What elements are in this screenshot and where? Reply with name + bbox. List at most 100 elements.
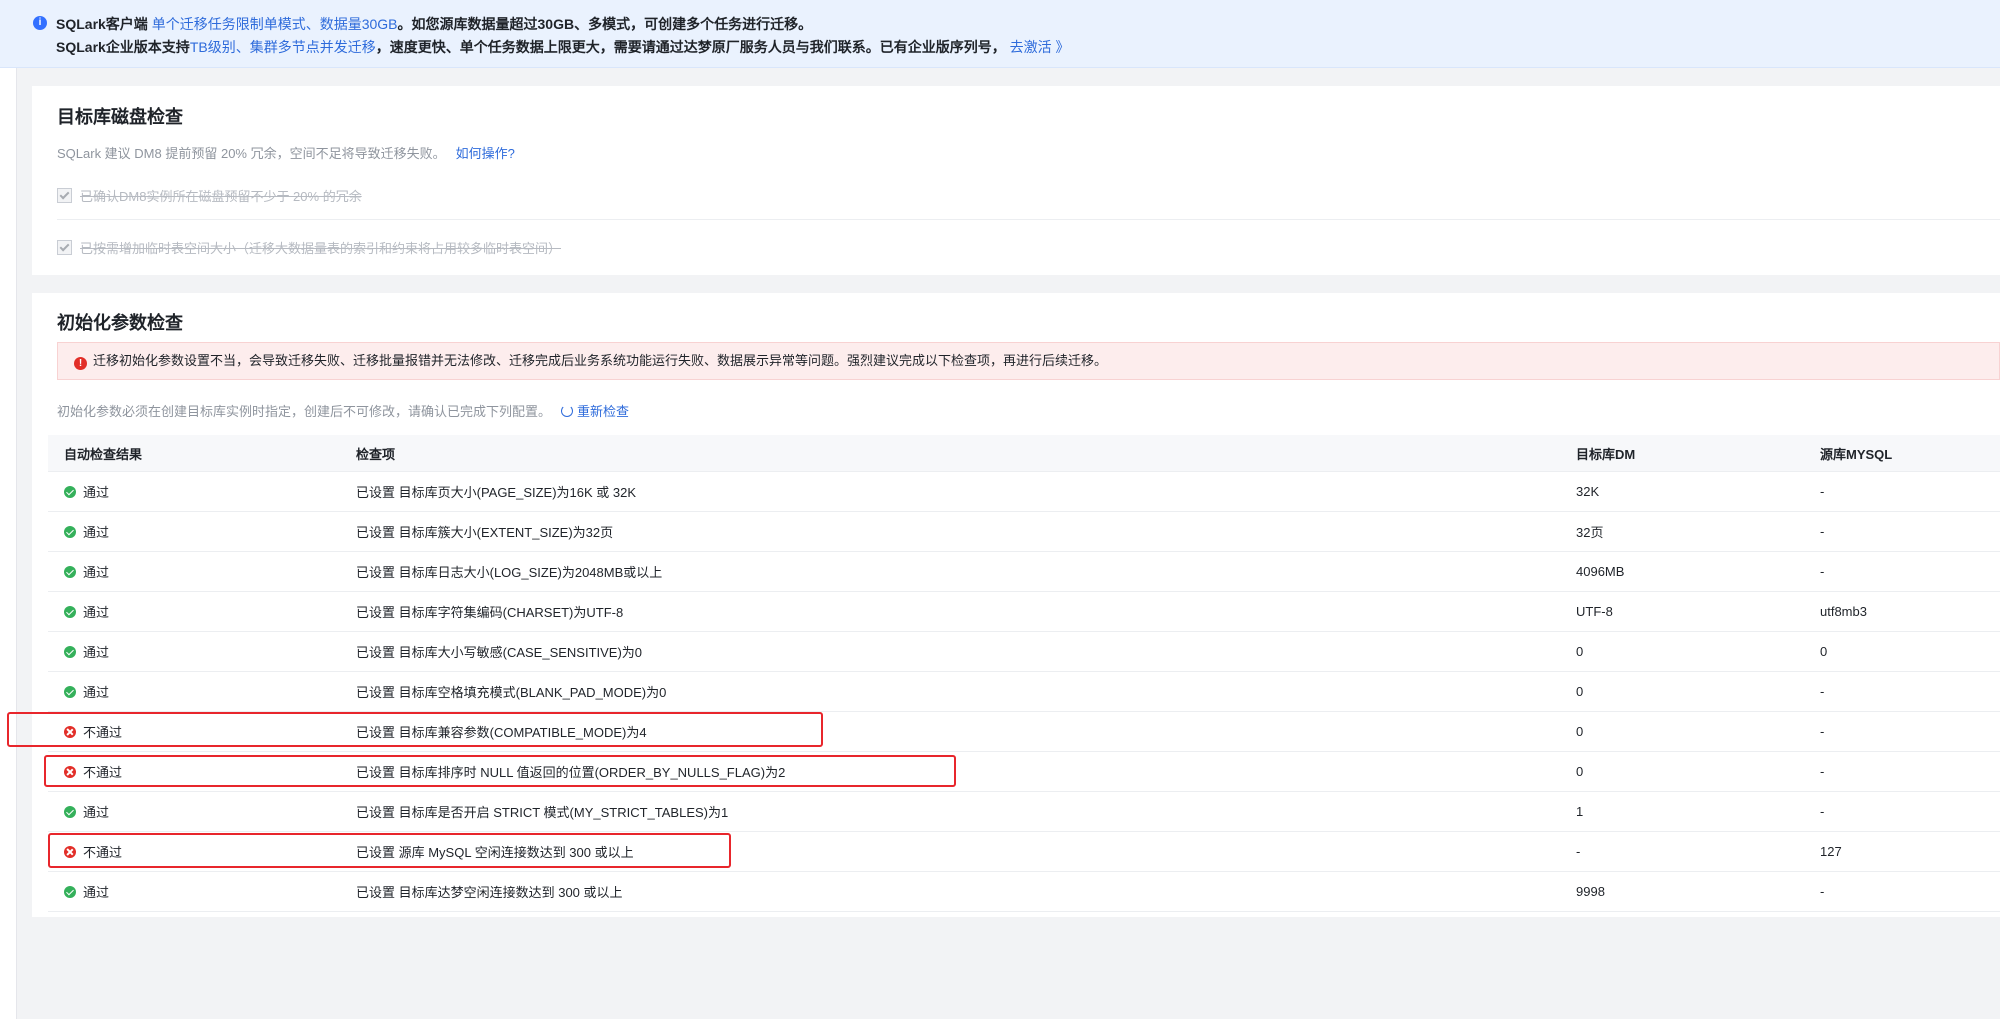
column-header-item: 检查项 xyxy=(356,435,1576,472)
disk-check-item-temp-space[interactable]: 已按需增加临时表空间大小（迁移大数据量表的索引和约束将占用较多临时表空间） xyxy=(57,238,561,257)
target-dm-value: 0 xyxy=(1576,631,1820,672)
init-check-alert: ! 迁移初始化参数设置不当，会导致迁移失败、迁移批量报错并无法修改、迁移完成后业务… xyxy=(57,342,2000,380)
notice-text: 。如您源库数据量超过30GB、多模式，可创建多个任务进行迁移。 xyxy=(397,16,813,32)
checkbox-label: 已确认DM8实例所在磁盘预留不少于 20% 的冗余 xyxy=(80,189,362,204)
column-header-result: 自动检查结果 xyxy=(48,435,356,472)
target-dm-value: 4096MB xyxy=(1576,551,1820,592)
check-item-cell: 已设置 目标库簇大小(EXTENT_SIZE)为32页 xyxy=(356,511,1576,552)
left-sidebar-strip xyxy=(0,68,17,1019)
result-status: 通过 xyxy=(83,885,110,900)
activate-link[interactable]: 去激活 》 xyxy=(1010,39,1070,55)
checkbox-checked-icon[interactable] xyxy=(57,188,72,203)
info-icon: i xyxy=(33,16,47,30)
disk-check-item-reserve[interactable]: 已确认DM8实例所在磁盘预留不少于 20% 的冗余 xyxy=(57,186,362,205)
how-to-link[interactable]: 如何操作? xyxy=(456,146,515,161)
check-circle-icon xyxy=(64,526,76,538)
checkbox-label: 已按需增加临时表空间大小（迁移大数据量表的索引和约束将占用较多临时表空间） xyxy=(80,241,562,256)
highlight-box-mysql-connections xyxy=(48,833,731,868)
notice-separator: 、 xyxy=(305,16,320,32)
disk-check-card: 目标库磁盘检查 SQLark 建议 DM8 提前预留 20% 冗余，空间不足将导… xyxy=(32,86,2000,275)
highlight-box-compatible-mode xyxy=(7,712,823,747)
result-cell: 通过 xyxy=(48,671,356,712)
result-status: 通过 xyxy=(83,685,110,700)
refresh-icon[interactable] xyxy=(561,405,574,417)
result-status: 通过 xyxy=(83,605,110,620)
notice-text: SQLark客户端 xyxy=(56,16,152,32)
check-item-cell: 已设置 目标库达梦空闲连接数达到 300 或以上 xyxy=(356,871,1576,912)
init-param-check-card: 初始化参数检查 ! 迁移初始化参数设置不当，会导致迁移失败、迁移批量报错并无法修改… xyxy=(32,293,2000,917)
column-header-target-dm: 目标库DM xyxy=(1576,435,1820,472)
check-item-cell: 已设置 目标库是否开启 STRICT 模式(MY_STRICT_TABLES)为… xyxy=(356,791,1576,832)
source-mysql-value: 127 xyxy=(1820,831,2000,872)
check-circle-icon xyxy=(64,686,76,698)
disk-check-hint-text: SQLark 建议 DM8 提前预留 20% 冗余，空间不足将导致迁移失败。 xyxy=(57,146,446,161)
target-dm-value: 0 xyxy=(1576,751,1820,792)
table-row: 通过 已设置 目标库页大小(PAGE_SIZE)为16K 或 32K 32K - xyxy=(48,471,2000,512)
table-row: 通过 已设置 目标库日志大小(LOG_SIZE)为2048MB或以上 4096MB - xyxy=(48,551,2000,592)
result-status: 通过 xyxy=(83,485,110,500)
notice-highlight: 数据量30GB xyxy=(319,16,398,32)
source-mysql-value: - xyxy=(1820,551,2000,592)
table-row: 通过 已设置 目标库达梦空闲连接数达到 300 或以上 9998- xyxy=(48,871,2000,912)
init-check-title: 初始化参数检查 xyxy=(57,313,183,333)
table-row: 通过 已设置 目标库空格填充模式(BLANK_PAD_MODE)为0 0- xyxy=(48,671,2000,712)
notice-highlight: TB级别 xyxy=(189,39,236,55)
source-mysql-value: - xyxy=(1820,671,2000,712)
target-dm-value: 0 xyxy=(1576,711,1820,752)
result-status: 通过 xyxy=(83,805,110,820)
result-cell: 通过 xyxy=(48,471,356,512)
source-mysql-value: - xyxy=(1820,791,2000,832)
notice-text: ，速度更快、单个任务数据上限更大，需要请通过达梦原厂服务人员与我们联系。已有企业… xyxy=(375,39,1006,55)
highlight-box-order-by-nulls xyxy=(44,755,956,787)
check-item-cell: 已设置 目标库大小写敏感(CASE_SENSITIVE)为0 xyxy=(356,631,1576,672)
check-circle-icon xyxy=(64,646,76,658)
source-mysql-value: 0 xyxy=(1820,631,2000,672)
target-dm-value: 32页 xyxy=(1576,511,1820,552)
result-status: 通过 xyxy=(83,565,110,580)
check-circle-icon xyxy=(64,886,76,898)
check-circle-icon xyxy=(64,606,76,618)
result-cell: 通过 xyxy=(48,871,356,912)
check-circle-icon xyxy=(64,566,76,578)
table-row: 通过 已设置 目标库字符集编码(CHARSET)为UTF-8 UTF-8 utf8mb… xyxy=(48,591,2000,632)
disk-check-hint: SQLark 建议 DM8 提前预留 20% 冗余，空间不足将导致迁移失败。 如何… xyxy=(57,143,515,162)
table-row: 通过 已设置 目标库大小写敏感(CASE_SENSITIVE)为0 0 0 xyxy=(48,631,2000,672)
result-cell: 通过 xyxy=(48,511,356,552)
check-circle-icon xyxy=(64,486,76,498)
source-mysql-value: utf8mb3 xyxy=(1820,591,2000,632)
alert-text: 迁移初始化参数设置不当，会导致迁移失败、迁移批量报错并无法修改、迁移完成后业务系… xyxy=(93,353,1108,368)
init-check-hint: 初始化参数必须在创建目标库实例时指定，创建后不可修改，请确认已完成下列配置。 重新… xyxy=(57,401,629,420)
notice-text: SQLark企业版本支持 xyxy=(56,39,190,55)
target-dm-value: UTF-8 xyxy=(1576,591,1820,632)
error-icon: ! xyxy=(74,357,87,370)
notice-line-2: SQLark企业版本支持TB级别、集群多节点并发迁移，速度更快、单个任务数据上限… xyxy=(56,37,1069,57)
migration-limit-notice: i SQLark客户端 单个迁移任务限制单模式、数据量30GB。如您源库数据量超… xyxy=(0,0,2000,68)
table-header-row: 自动检查结果 检查项 目标库DM 源库MYSQL xyxy=(48,435,2000,472)
check-item-cell: 已设置 目标库空格填充模式(BLANK_PAD_MODE)为0 xyxy=(356,671,1576,712)
result-cell: 通过 xyxy=(48,591,356,632)
checkbox-checked-icon[interactable] xyxy=(57,240,72,255)
recheck-button[interactable]: 重新检查 xyxy=(577,404,629,419)
target-dm-value: 1 xyxy=(1576,791,1820,832)
result-cell: 通过 xyxy=(48,631,356,672)
check-circle-icon xyxy=(64,806,76,818)
disk-check-title: 目标库磁盘检查 xyxy=(57,107,183,127)
table-row: 通过 已设置 目标库是否开启 STRICT 模式(MY_STRICT_TABLES… xyxy=(48,791,2000,832)
check-item-cell: 已设置 目标库页大小(PAGE_SIZE)为16K 或 32K xyxy=(356,471,1576,512)
target-dm-value: - xyxy=(1576,831,1820,872)
source-mysql-value: - xyxy=(1820,871,2000,912)
result-cell: 通过 xyxy=(48,791,356,832)
check-item-cell: 已设置 目标库字符集编码(CHARSET)为UTF-8 xyxy=(356,591,1576,632)
divider xyxy=(57,219,2000,220)
column-header-source-mysql: 源库MYSQL xyxy=(1820,435,2000,472)
source-mysql-value: - xyxy=(1820,511,2000,552)
init-check-hint-text: 初始化参数必须在创建目标库实例时指定，创建后不可修改，请确认已完成下列配置。 xyxy=(57,404,552,419)
source-mysql-value: - xyxy=(1820,711,2000,752)
result-status: 通过 xyxy=(83,525,110,540)
notice-line-1: SQLark客户端 单个迁移任务限制单模式、数据量30GB。如您源库数据量超过3… xyxy=(56,14,812,34)
table-row: 通过 已设置 目标库簇大小(EXTENT_SIZE)为32页 32页 - xyxy=(48,511,2000,552)
source-mysql-value: - xyxy=(1820,751,2000,792)
target-dm-value: 0 xyxy=(1576,671,1820,712)
notice-highlight: 集群多节点并发迁移 xyxy=(249,39,376,55)
notice-separator: 、 xyxy=(235,39,250,55)
